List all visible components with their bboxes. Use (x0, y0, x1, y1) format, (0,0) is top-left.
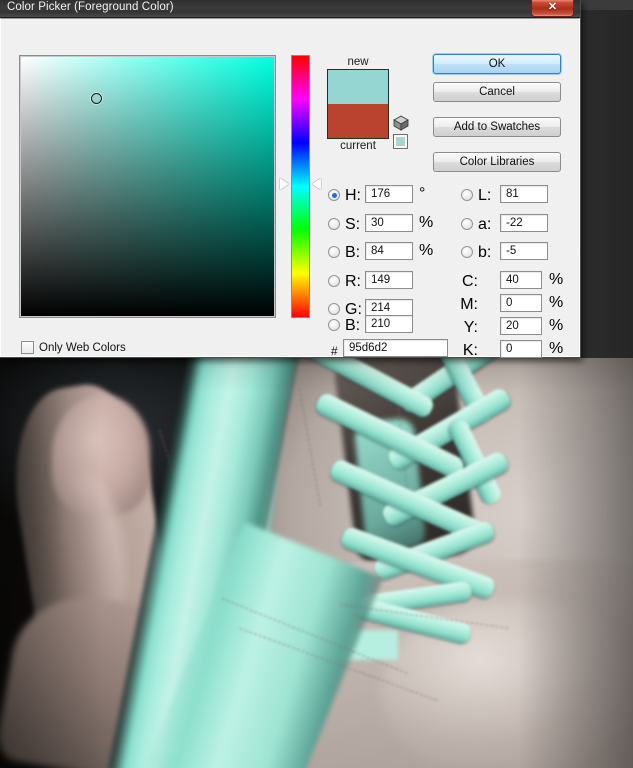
field-r[interactable]: 149 (365, 271, 413, 289)
ok-button[interactable]: OK (433, 54, 561, 74)
radio-b-lab[interactable] (461, 246, 473, 258)
field-b-lab[interactable]: -5 (500, 242, 548, 260)
cube-icon[interactable] (393, 115, 409, 131)
photoshop-toolbar-strip (578, 0, 633, 10)
dialog-title: Color Picker (Foreground Color) (7, 1, 174, 13)
field-c[interactable]: 40 (500, 271, 542, 289)
label-r: R: (345, 273, 361, 290)
radio-g[interactable] (328, 303, 340, 315)
web-safe-swatch-fill (396, 137, 405, 146)
web-safe-swatch[interactable] (393, 134, 408, 149)
hex-prefix-label: # (331, 344, 338, 358)
dialog-body: new current OK Cancel Add to Swatches Co… (0, 18, 580, 359)
only-web-colors-checkbox[interactable] (21, 341, 34, 354)
radio-b-blue[interactable] (328, 319, 340, 331)
screen: Color Picker (Foreground Color) ✕ new cu… (0, 0, 633, 768)
label-s: S: (345, 216, 361, 233)
unit-h: ° (419, 185, 426, 202)
label-b-blue: B: (345, 317, 361, 334)
sb-gradient (21, 57, 274, 316)
hex-input[interactable]: 95d6d2 (343, 339, 448, 357)
label-h: H: (345, 187, 361, 204)
label-m: M: (460, 296, 478, 313)
new-color-label: new (347, 56, 369, 68)
hue-marker-left-icon[interactable] (280, 177, 289, 190)
label-y: Y: (463, 319, 478, 336)
close-icon: ✕ (547, 1, 558, 13)
label-c: C: (462, 273, 478, 290)
radio-r[interactable] (328, 275, 340, 287)
unit-s: % (419, 214, 434, 231)
label-g: G: (345, 301, 362, 318)
color-libraries-button[interactable]: Color Libraries (433, 152, 561, 172)
label-k: K: (462, 342, 478, 359)
unit-b-brightness: % (419, 242, 434, 259)
label-b-lab: b: (478, 244, 492, 261)
radio-a[interactable] (461, 218, 473, 230)
color-preview: new current (327, 55, 389, 153)
radio-l[interactable] (461, 189, 473, 201)
hue-marker-right-icon[interactable] (312, 177, 321, 190)
field-l[interactable]: 81 (500, 185, 548, 203)
field-b-blue[interactable]: 210 (365, 315, 413, 333)
field-m[interactable]: 0 (500, 294, 542, 312)
only-web-colors-label: Only Web Colors (39, 342, 126, 354)
new-color-swatch[interactable] (328, 70, 388, 104)
hue-gradient-bar[interactable] (291, 55, 310, 318)
saturation-brightness-field[interactable] (19, 55, 276, 318)
field-y[interactable]: 20 (500, 317, 542, 335)
label-b-brightness: B: (345, 244, 361, 261)
current-color-label: current (340, 140, 376, 152)
radio-h[interactable] (328, 189, 340, 201)
label-l: L: (478, 187, 492, 204)
cancel-button[interactable]: Cancel (433, 82, 561, 102)
color-picker-dialog: Color Picker (Foreground Color) ✕ new cu… (0, 0, 581, 359)
field-s[interactable]: 30 (365, 214, 413, 232)
field-b-brightness[interactable]: 84 (365, 242, 413, 260)
radio-s[interactable] (328, 218, 340, 230)
photoshop-canvas-background (578, 0, 633, 358)
preview-swatches[interactable] (327, 69, 389, 139)
close-button[interactable]: ✕ (531, 0, 574, 17)
label-a: a: (478, 216, 492, 233)
unit-y: % (549, 317, 564, 334)
unit-c: % (549, 271, 564, 288)
dialog-titlebar[interactable]: Color Picker (Foreground Color) ✕ (0, 0, 580, 18)
hue-slider[interactable] (280, 55, 321, 318)
unit-m: % (549, 294, 564, 311)
field-a[interactable]: -22 (500, 214, 548, 232)
current-color-swatch[interactable] (328, 104, 388, 138)
unit-k: % (549, 340, 564, 357)
radio-b-brightness[interactable] (328, 246, 340, 258)
add-to-swatches-button[interactable]: Add to Swatches (433, 117, 561, 137)
field-k[interactable]: 0 (500, 340, 542, 358)
field-h[interactable]: 176 (365, 185, 413, 203)
